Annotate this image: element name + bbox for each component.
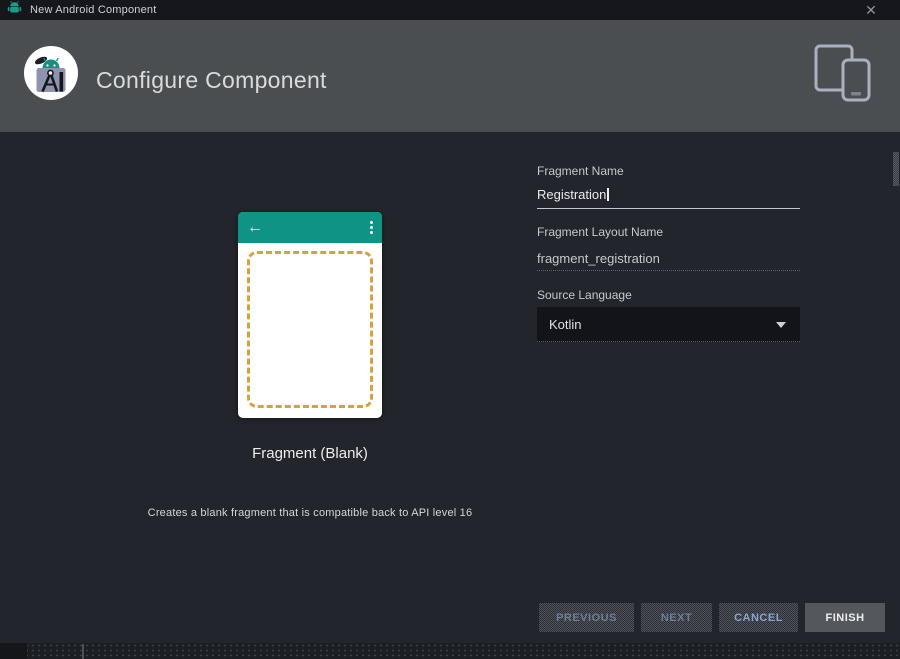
fragment-name-label: Fragment Name	[537, 164, 624, 178]
next-button[interactable]: NEXT	[641, 603, 712, 632]
android-studio-logo	[24, 46, 78, 100]
window-title: New Android Component	[30, 4, 157, 16]
fragment-preview-card: ←	[238, 212, 382, 418]
source-language-value: Kotlin	[549, 317, 582, 332]
wizard-body: ← Fragment (Blank) Creates a blank fragm…	[0, 132, 900, 659]
back-arrow-icon: ←	[247, 220, 263, 236]
fragment-layout-name-label: Fragment Layout Name	[537, 225, 663, 239]
scrollbar-thumb[interactable]	[893, 152, 899, 186]
android-icon	[7, 1, 22, 19]
fragment-layout-underline	[537, 263, 800, 271]
fragment-name-input[interactable]: Registration	[537, 187, 609, 202]
bottom-edge	[0, 643, 900, 659]
preview-toolbar: ←	[238, 212, 382, 243]
fragment-placeholder-outline	[247, 251, 373, 408]
finish-button[interactable]: FINISH	[805, 603, 885, 632]
bottom-left-corner	[0, 643, 27, 659]
template-name: Fragment (Blank)	[210, 445, 410, 462]
overflow-menu-icon	[370, 221, 373, 234]
text-caret	[607, 188, 609, 201]
source-language-label: Source Language	[537, 288, 632, 302]
wizard-header: Configure Component	[0, 20, 900, 132]
new-android-component-dialog: New Android Component ✕ Configure Compon…	[0, 0, 900, 659]
bottom-tick-mark	[82, 644, 84, 659]
page-title: Configure Component	[96, 67, 327, 94]
title-bar: New Android Component ✕	[0, 0, 900, 20]
source-language-dropdown[interactable]: Kotlin	[537, 307, 800, 342]
dropdown-arrow-icon	[776, 322, 786, 328]
cancel-button[interactable]: CANCEL	[719, 603, 798, 632]
previous-button[interactable]: PREVIOUS	[539, 603, 634, 632]
close-icon[interactable]: ✕	[860, 0, 882, 20]
template-description: Creates a blank fragment that is compati…	[60, 507, 560, 519]
fragment-name-underline	[537, 208, 800, 209]
devices-icon	[814, 40, 876, 109]
